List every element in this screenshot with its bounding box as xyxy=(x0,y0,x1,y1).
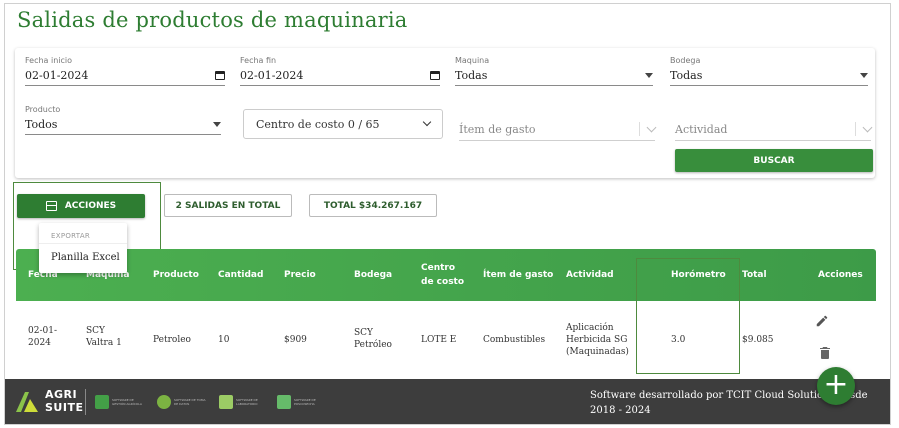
fecha-fin-label: Fecha fin xyxy=(240,56,277,65)
fecha-inicio-label: Fecha inicio xyxy=(25,56,73,65)
caret-down-icon xyxy=(645,73,653,78)
header-centro: Centro de costo xyxy=(421,261,464,289)
cell-fecha-line2: 2024 xyxy=(28,338,51,348)
footer: AGRI SUITE SOFTWARE DE GESTIÓN AGRÍCOLA … xyxy=(5,379,890,424)
caret-down-icon xyxy=(213,122,221,127)
cell-centro-costo: LOTE E xyxy=(421,335,457,345)
add-button[interactable]: + xyxy=(817,367,855,405)
header-centro-line1: Centro xyxy=(421,263,456,273)
header-precio: Precio xyxy=(284,270,316,280)
table-header: Fecha Maquina Producto Cantidad Precio B… xyxy=(16,249,876,301)
cell-cantidad: 10 xyxy=(218,335,230,345)
header-bodega: Bodega xyxy=(354,270,393,280)
cell-bodega: SCY Petróleo xyxy=(354,327,392,351)
cell-actividad-line3: (Maquinadas) xyxy=(566,347,629,357)
cell-actividad-line1: Aplicación xyxy=(566,323,614,333)
separator xyxy=(855,122,856,136)
agrisuite-logo-text: AGRI SUITE xyxy=(45,388,83,414)
total-button[interactable]: TOTAL $34.267.167 xyxy=(309,194,437,217)
producto-select[interactable]: Producto Todos xyxy=(25,105,221,135)
cell-maquina: SCY Valtra 1 xyxy=(86,325,122,349)
cell-actividad-line2: Herbicida SG xyxy=(566,335,628,345)
bodega-label: Bodega xyxy=(670,56,701,65)
centro-costo-select[interactable]: Centro de costo 0 / 65 xyxy=(243,109,443,139)
cell-total: $9.085 xyxy=(742,335,774,345)
sublogo-2-text: SOFTWARE DE TOMA DE DATOS xyxy=(174,398,206,406)
header-actividad: Actividad xyxy=(566,270,614,280)
pencil-icon[interactable] xyxy=(815,314,829,328)
filters-card: Fecha inicio 02-01-2024 Fecha fin 02-01-… xyxy=(15,48,875,178)
agrisuite-logo-icon xyxy=(16,392,38,412)
sublogo-4: SOFTWARE DE POSCOSECHA xyxy=(277,395,326,409)
planilla-excel-option[interactable]: Planilla Excel xyxy=(51,252,120,263)
cell-bodega-line2: Petróleo xyxy=(354,340,392,350)
salidas-total-button[interactable]: 2 SALIDAS EN TOTAL xyxy=(164,194,292,217)
producto-value: Todos xyxy=(25,118,58,131)
chevron-down-icon[interactable] xyxy=(646,122,657,132)
fecha-inicio-field[interactable]: Fecha inicio 02-01-2024 xyxy=(25,56,225,86)
logo-line2: SUITE xyxy=(45,401,84,414)
header-item-gasto: Ítem de gasto xyxy=(483,270,554,280)
separator xyxy=(639,122,640,136)
cell-actividad: Aplicación Herbicida SG (Maquinadas) xyxy=(566,322,629,358)
highlight-box-horometro xyxy=(636,258,740,374)
header-cantidad: Cantidad xyxy=(218,270,264,280)
sublogo-4-text: SOFTWARE DE POSCOSECHA xyxy=(294,398,316,406)
bodega-value: Todas xyxy=(670,69,703,82)
sublogo-1: SOFTWARE DE GESTIÓN AGRÍCOLA xyxy=(95,395,144,409)
header-centro-line2: de costo xyxy=(421,277,465,287)
cell-maquina-line1: SCY xyxy=(86,326,105,336)
agrisuite-product-icon xyxy=(95,395,109,409)
maquina-label: Maquina xyxy=(455,56,490,65)
cell-maquina-line2: Valtra 1 xyxy=(86,338,122,348)
postharvest-product-icon xyxy=(277,395,291,409)
page-title: Salidas de productos de maquinaria xyxy=(17,8,408,32)
trash-icon[interactable] xyxy=(820,347,830,359)
export-dropdown-menu: EXPORTAR Planilla Excel xyxy=(39,223,127,273)
sublogo-2: SOFTWARE DE TOMA DE DATOS xyxy=(157,395,206,409)
app-frame: Salidas de productos de maquinaria Fecha… xyxy=(4,3,891,425)
sublogo-3-text: SOFTWARE DE LABORATORIO xyxy=(236,398,258,406)
cell-bodega-line1: SCY xyxy=(354,328,373,338)
fecha-fin-value: 02-01-2024 xyxy=(240,69,304,82)
chevron-down-icon[interactable] xyxy=(862,122,873,132)
cell-precio: $909 xyxy=(284,335,307,345)
logo-line1: AGRI xyxy=(45,388,78,401)
plus-icon: + xyxy=(823,367,849,402)
item-gasto-placeholder: Ítem de gasto xyxy=(459,122,536,136)
header-acciones: Acciones xyxy=(818,270,863,280)
cell-fecha: 02-01- 2024 xyxy=(28,325,57,349)
buscar-button[interactable]: BUSCAR xyxy=(675,149,873,172)
maquina-value: Todas xyxy=(455,69,488,82)
cell-fecha-line1: 02-01- xyxy=(28,326,57,336)
actividad-placeholder: Actividad xyxy=(675,122,728,136)
centro-costo-value: Centro de costo 0 / 65 xyxy=(256,117,380,131)
bodega-select[interactable]: Bodega Todas xyxy=(670,56,868,86)
caret-down-icon xyxy=(860,73,868,78)
chevron-down-icon xyxy=(422,117,432,127)
header-producto: Producto xyxy=(153,270,199,280)
calendar-icon[interactable] xyxy=(215,71,225,80)
maquina-select[interactable]: Maquina Todas xyxy=(455,56,653,86)
table-row: 02-01- 2024 SCY Valtra 1 Petroleo 10 $90… xyxy=(16,301,876,379)
data-product-icon xyxy=(157,395,171,409)
header-total: Total xyxy=(742,270,767,280)
actividad-combobox[interactable]: Actividad xyxy=(675,122,873,141)
sublogo-3: SOFTWARE DE LABORATORIO xyxy=(219,395,268,409)
lab-product-icon xyxy=(219,395,233,409)
calendar-icon[interactable] xyxy=(430,71,440,80)
fecha-inicio-value: 02-01-2024 xyxy=(25,69,89,82)
cell-item-gasto: Combustibles xyxy=(483,335,546,345)
export-header: EXPORTAR xyxy=(51,232,91,240)
producto-label: Producto xyxy=(25,105,61,114)
logo-separator xyxy=(85,389,86,415)
item-gasto-combobox[interactable]: Ítem de gasto xyxy=(459,122,657,141)
divider xyxy=(39,243,127,244)
fecha-fin-field[interactable]: Fecha fin 02-01-2024 xyxy=(240,56,440,86)
sublogo-1-text: SOFTWARE DE GESTIÓN AGRÍCOLA xyxy=(112,398,142,406)
cell-producto: Petroleo xyxy=(153,335,191,345)
